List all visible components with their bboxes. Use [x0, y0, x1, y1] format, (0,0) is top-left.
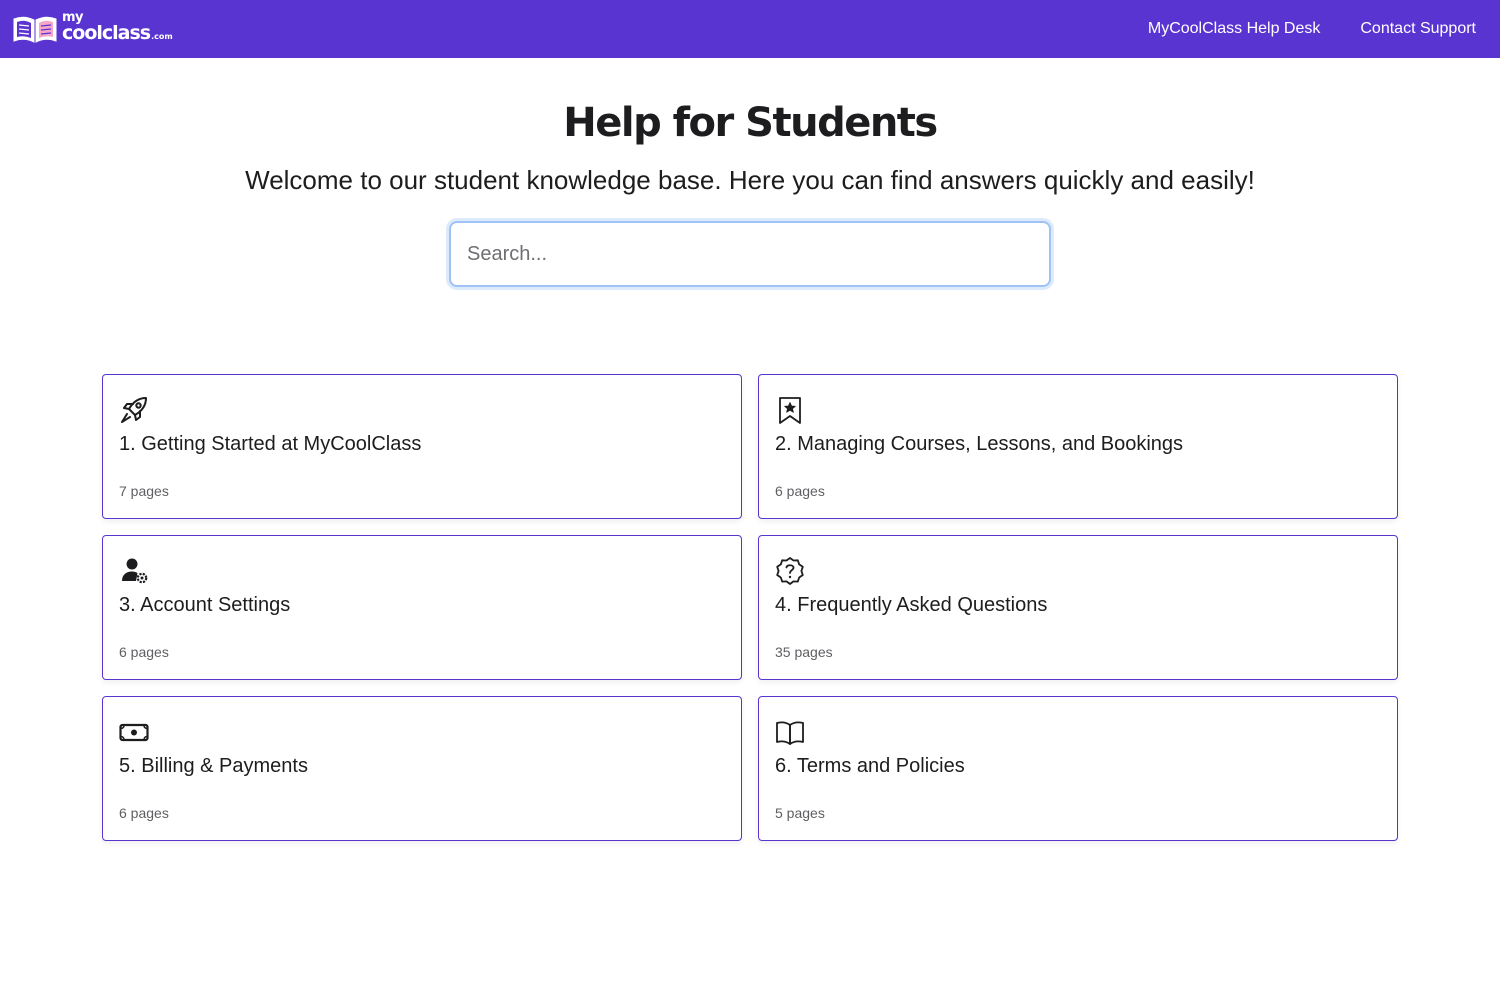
logo-coolclass-text: coolclass	[62, 22, 151, 44]
top-nav-bar: my coolclass.com MyCoolClass Help Desk C…	[0, 0, 1500, 58]
search-input[interactable]	[451, 223, 1049, 285]
page-count: 5 pages	[775, 805, 825, 821]
rocket-icon	[119, 395, 149, 425]
page-count: 6 pages	[119, 805, 169, 821]
category-card-terms[interactable]: 6. Terms and Policies 5 pages	[758, 696, 1398, 841]
search-box	[449, 221, 1051, 287]
page-count: 6 pages	[119, 644, 169, 660]
category-card-getting-started[interactable]: 1. Getting Started at MyCoolClass 7 page…	[102, 374, 742, 519]
user-gear-icon	[119, 556, 149, 586]
open-book-icon	[775, 717, 805, 747]
category-title: 5. Billing & Payments	[119, 755, 308, 777]
category-grid: 1. Getting Started at MyCoolClass 7 page…	[102, 374, 1398, 841]
help-desk-link[interactable]: MyCoolClass Help Desk	[1148, 20, 1321, 38]
category-card-billing[interactable]: 5. Billing & Payments 6 pages	[102, 696, 742, 841]
page-count: 35 pages	[775, 644, 833, 660]
page-subtitle: Welcome to our student knowledge base. H…	[245, 165, 1255, 195]
category-title: 3. Account Settings	[119, 594, 291, 616]
logo-wordmark: my coolclass.com	[62, 9, 174, 49]
open-book-logo-icon	[13, 16, 57, 43]
logo-main-text: coolclass.com	[62, 24, 173, 43]
page-count: 7 pages	[119, 483, 169, 499]
category-card-managing-courses[interactable]: 2. Managing Courses, Lessons, and Bookin…	[758, 374, 1398, 519]
category-title: 4. Frequently Asked Questions	[775, 594, 1048, 616]
contact-support-link[interactable]: Contact Support	[1360, 20, 1476, 38]
header-nav: MyCoolClass Help Desk Contact Support	[1148, 20, 1476, 38]
mycoolclass-logo[interactable]: my coolclass.com	[12, 9, 174, 49]
bookmark-star-icon	[775, 395, 805, 425]
page-count: 6 pages	[775, 483, 825, 499]
cash-icon	[119, 717, 149, 747]
category-title: 1. Getting Started at MyCoolClass	[119, 433, 422, 455]
page-title: Help for Students	[563, 100, 938, 146]
category-card-faq[interactable]: 4. Frequently Asked Questions 35 pages	[758, 535, 1398, 680]
category-title: 2. Managing Courses, Lessons, and Bookin…	[775, 433, 1184, 455]
question-badge-icon	[775, 556, 805, 586]
category-title: 6. Terms and Policies	[775, 755, 965, 777]
logo-com-text: .com	[151, 32, 173, 41]
category-card-account-settings[interactable]: 3. Account Settings 6 pages	[102, 535, 742, 680]
